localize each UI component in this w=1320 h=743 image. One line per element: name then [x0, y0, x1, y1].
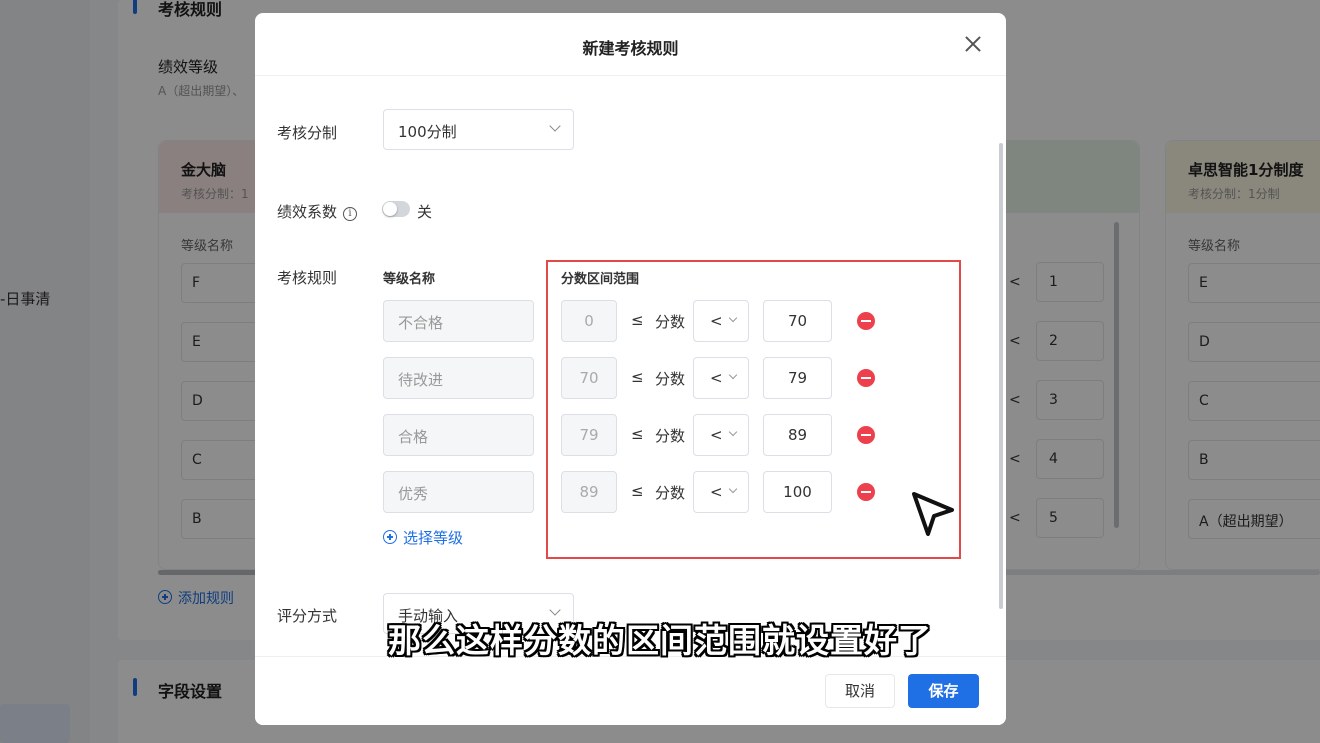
range-max-input[interactable]: 89 [763, 414, 832, 456]
info-icon[interactable]: i [343, 207, 358, 221]
chevron-down-icon [728, 484, 738, 494]
range-min-input: 70 [561, 357, 617, 399]
operator-select[interactable]: < [693, 300, 749, 342]
save-button[interactable]: 保存 [908, 674, 979, 708]
grade-name-input[interactable]: 优秀 [383, 471, 534, 513]
score-word: 分数 [655, 427, 686, 445]
video-caption: 那么这样分数的区间范围就设置好了 [388, 621, 932, 660]
range-min-input: 0 [561, 300, 617, 342]
chevron-down-icon [728, 427, 738, 437]
range-min-input: 79 [561, 414, 617, 456]
le-symbol: ≤ [631, 368, 644, 386]
range-max-input[interactable]: 70 [763, 300, 832, 342]
grade-name-input[interactable]: 合格 [383, 414, 534, 456]
chevron-down-icon [728, 370, 738, 380]
dialog-header: 新建考核规则 [255, 13, 1006, 76]
grade-name-input[interactable]: 待改进 [383, 357, 534, 399]
operator-select[interactable]: < [693, 357, 749, 399]
remove-row-icon[interactable] [857, 426, 875, 444]
cancel-button[interactable]: 取消 [825, 674, 895, 708]
plus-circle-icon [383, 530, 397, 544]
range-max-input[interactable]: 79 [763, 357, 832, 399]
score-system-label: 考核分制 [277, 124, 338, 142]
toggle-state-text: 关 [417, 203, 433, 221]
dialog-footer: 取消 保存 [255, 656, 1006, 725]
remove-row-icon[interactable] [857, 483, 875, 501]
operator-select[interactable]: < [693, 414, 749, 456]
le-symbol: ≤ [631, 311, 644, 329]
dialog-scrollbar[interactable] [999, 143, 1003, 609]
close-icon[interactable] [962, 33, 984, 55]
select-grade-link[interactable]: 选择等级 [383, 527, 463, 548]
chevron-down-icon [549, 120, 561, 132]
score-word: 分数 [655, 313, 686, 331]
rules-label: 考核规则 [277, 269, 338, 287]
toggle-knob [383, 202, 397, 216]
score-system-select[interactable]: 100分制 [383, 109, 574, 150]
score-word: 分数 [655, 370, 686, 388]
remove-row-icon[interactable] [857, 312, 875, 330]
coefficient-label: 绩效系数 i [277, 201, 358, 222]
grade-name-input[interactable]: 不合格 [383, 300, 534, 342]
coefficient-toggle[interactable] [382, 201, 410, 217]
range-min-input: 89 [561, 471, 617, 513]
operator-select[interactable]: < [693, 471, 749, 513]
score-range-header: 分数区间范围 [561, 272, 640, 287]
remove-row-icon[interactable] [857, 369, 875, 387]
dialog-title: 新建考核规则 [582, 39, 679, 58]
le-symbol: ≤ [631, 425, 644, 443]
chevron-down-icon [728, 313, 738, 323]
score-word: 分数 [655, 484, 686, 502]
range-max-input[interactable]: 100 [763, 471, 832, 513]
mouse-cursor-icon [912, 492, 954, 536]
le-symbol: ≤ [631, 482, 644, 500]
grade-name-header: 等级名称 [383, 272, 436, 287]
